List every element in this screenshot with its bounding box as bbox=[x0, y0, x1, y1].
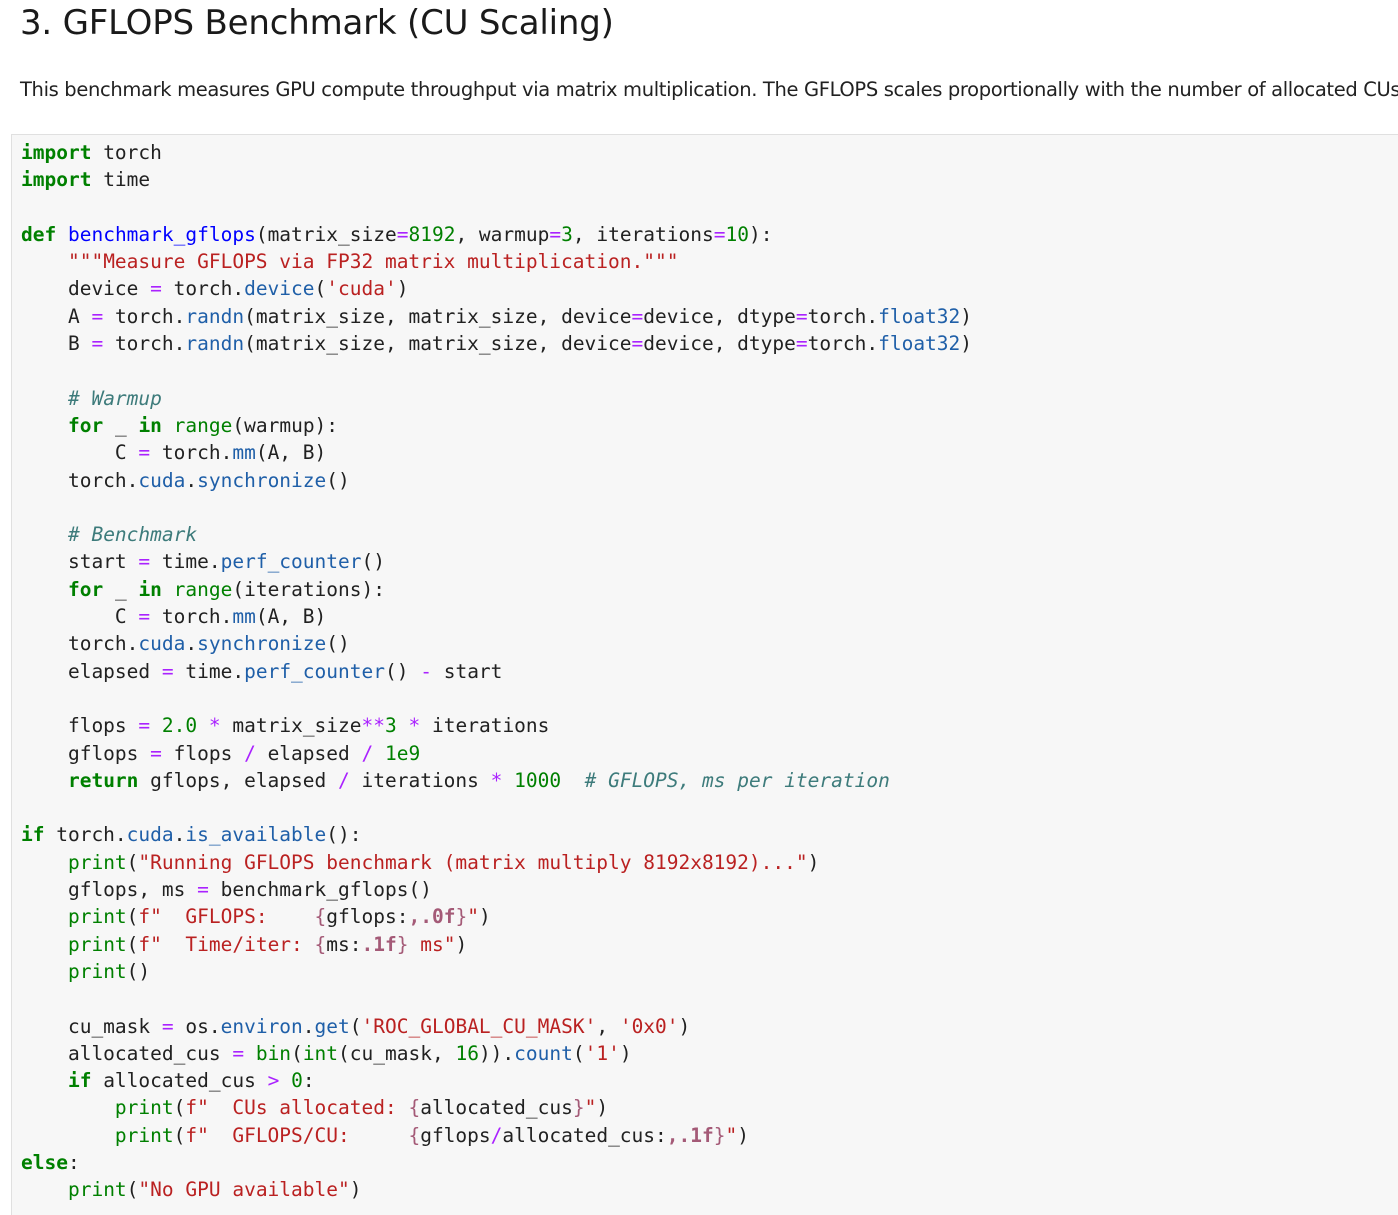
section-heading: 3. GFLOPS Benchmark (CU Scaling) bbox=[20, 3, 614, 43]
code-cell[interactable]: import torch import time def benchmark_g… bbox=[11, 134, 1398, 1215]
section-description: This benchmark measures GPU compute thro… bbox=[20, 78, 1398, 101]
code-block[interactable]: import torch import time def benchmark_g… bbox=[21, 139, 972, 1204]
